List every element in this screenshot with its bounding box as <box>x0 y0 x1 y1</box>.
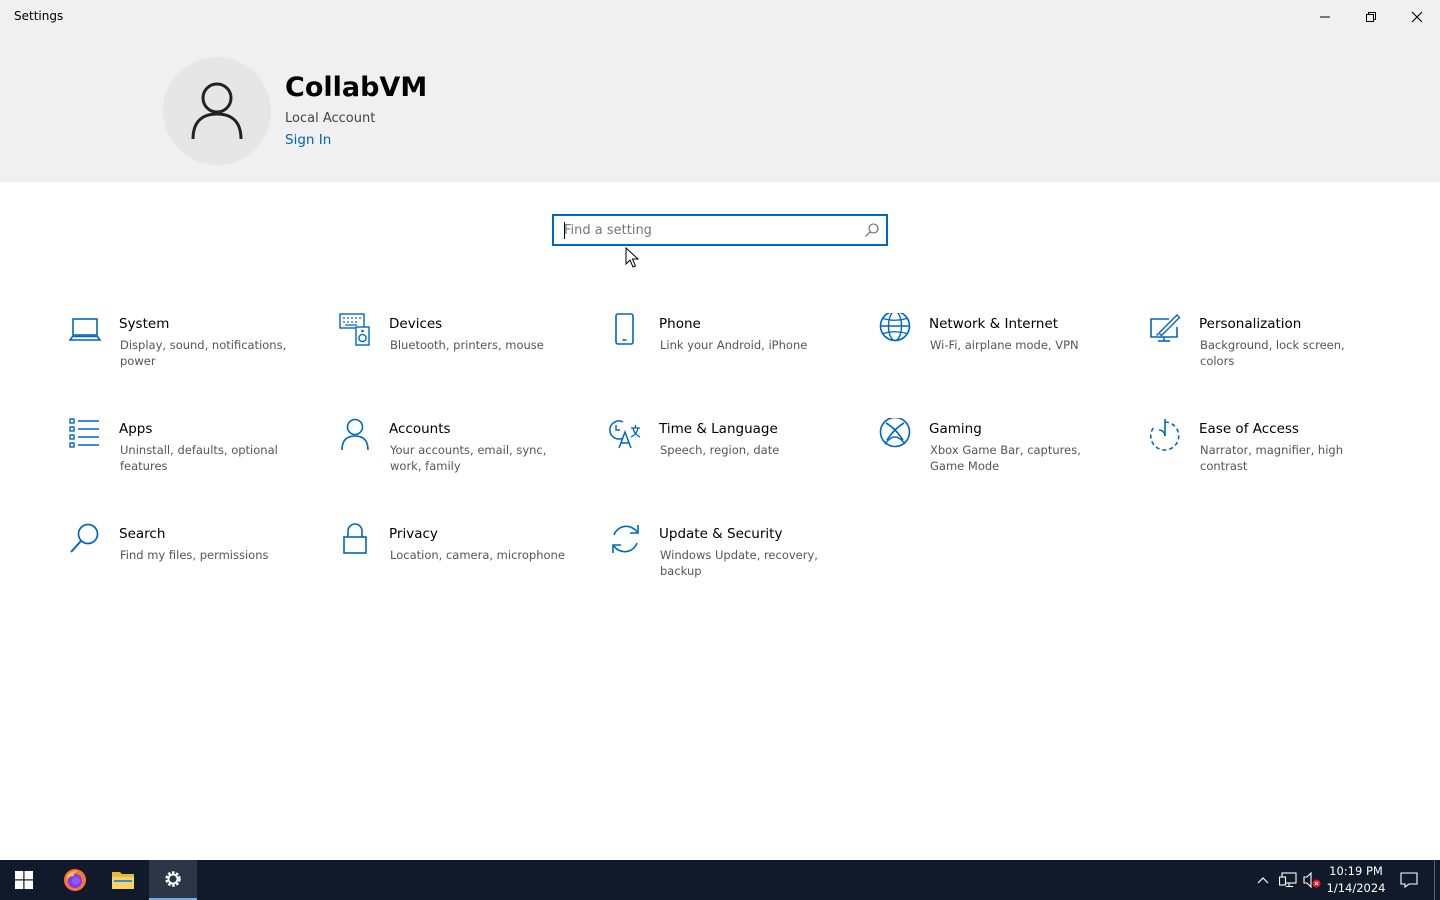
category-phone[interactable]: Phone Link your Android, iPhone <box>609 313 849 383</box>
category-apps[interactable]: Apps Uninstall, defaults, optional featu… <box>69 418 309 488</box>
show-hidden-icons-button[interactable] <box>1252 860 1274 900</box>
category-network-internet[interactable]: Network & Internet Wi-Fi, airplane mode,… <box>879 310 1119 383</box>
category-description: Find my files, permissions <box>120 548 269 562</box>
category-system[interactable]: System Display, sound, notifications, po… <box>68 313 309 383</box>
close-icon <box>1411 11 1423 23</box>
account-name: CollabVM <box>285 72 428 103</box>
search-icon[interactable] <box>864 222 880 238</box>
category-description: Your accounts, email, sync, work, family <box>390 443 547 473</box>
ease-of-access-icon <box>1149 418 1183 452</box>
clock-time: 10:19 PM <box>1329 864 1383 878</box>
category-description: Background, lock screen, colors <box>1200 338 1345 368</box>
minimize-icon <box>1320 16 1330 18</box>
category-title: Privacy <box>389 526 438 542</box>
account-type: Local Account <box>285 111 376 126</box>
taskbar-settings[interactable] <box>149 860 197 900</box>
sign-in-link[interactable]: Sign In <box>285 132 331 148</box>
category-description: Wi-Fi, airplane mode, VPN <box>930 338 1079 352</box>
category-description: Narrator, magnifier, high contrast <box>1200 443 1343 473</box>
apps-list-icon <box>69 418 103 452</box>
category-title: System <box>119 316 170 332</box>
windows-start-icon <box>15 871 33 889</box>
category-title: Gaming <box>929 421 982 437</box>
category-description: Display, sound, notifications, power <box>120 338 287 368</box>
file-explorer-icon <box>112 872 134 889</box>
lock-icon <box>339 523 373 557</box>
time-language-icon <box>609 418 643 452</box>
minimize-button[interactable] <box>1302 0 1348 34</box>
taskbar-clock[interactable]: 10:19 PM 1/14/2024 <box>1326 863 1386 897</box>
paint-monitor-icon <box>1149 313 1183 347</box>
category-title: Apps <box>119 421 153 437</box>
category-ease-of-access[interactable]: Ease of Access Narrator, magnifier, high… <box>1149 418 1389 488</box>
restore-button[interactable] <box>1348 0 1394 34</box>
mouse-cursor-icon <box>625 247 639 268</box>
text-caret <box>564 222 565 239</box>
category-title: Ease of Access <box>1199 421 1299 437</box>
network-tray-button[interactable] <box>1276 860 1300 900</box>
category-title: Time & Language <box>659 421 778 437</box>
taskbar: 10:19 PM 1/14/2024 <box>0 860 1440 900</box>
close-button[interactable] <box>1394 0 1440 34</box>
category-personalization[interactable]: Personalization Background, lock screen,… <box>1149 313 1389 383</box>
category-description: Link your Android, iPhone <box>660 338 808 352</box>
category-description: Windows Update, recovery, backup <box>660 548 818 578</box>
category-title: Accounts <box>389 421 451 437</box>
category-time-language[interactable]: Time & Language Speech, region, date <box>609 418 849 488</box>
settings-gear-icon <box>165 871 181 887</box>
start-button[interactable] <box>0 860 48 900</box>
taskbar-firefox[interactable] <box>51 860 99 900</box>
window-title: Settings <box>14 9 64 23</box>
category-description: Location, camera, microphone <box>390 548 565 562</box>
volume-tray-button[interactable] <box>1300 860 1324 900</box>
action-center-button[interactable] <box>1392 860 1426 900</box>
category-title: Search <box>119 526 166 542</box>
category-description: Bluetooth, printers, mouse <box>390 338 544 352</box>
clock-date: 1/14/2024 <box>1326 881 1386 895</box>
phone-icon <box>609 313 643 347</box>
person-icon <box>339 418 373 452</box>
xbox-icon <box>879 416 913 452</box>
category-gaming[interactable]: Gaming Xbox Game Bar, captures, Game Mod… <box>879 416 1119 488</box>
category-devices[interactable]: Devices Bluetooth, printers, mouse <box>339 313 579 383</box>
search-box <box>552 214 888 246</box>
category-description: Xbox Game Bar, captures, Game Mode <box>930 443 1081 473</box>
firefox-icon <box>64 869 86 891</box>
category-description: Uninstall, defaults, optional features <box>120 443 278 473</box>
avatar <box>163 57 271 165</box>
person-icon <box>191 82 243 140</box>
category-privacy[interactable]: Privacy Location, camera, microphone <box>339 523 579 593</box>
category-update-security[interactable]: Update & Security Windows Update, recove… <box>609 523 849 593</box>
search-input[interactable] <box>564 220 854 240</box>
category-title: Personalization <box>1199 316 1302 332</box>
laptop-icon <box>68 313 103 347</box>
category-title: Update & Security <box>659 526 783 542</box>
chevron-up-icon <box>1257 877 1269 884</box>
title-bar: Settings <box>0 0 1440 34</box>
category-accounts[interactable]: Accounts Your accounts, email, sync, wor… <box>339 418 579 488</box>
category-description: Speech, region, date <box>660 443 780 457</box>
restore-icon <box>1366 12 1376 22</box>
taskbar-file-explorer[interactable] <box>99 860 147 900</box>
globe-icon <box>879 310 913 347</box>
network-icon <box>1279 872 1297 888</box>
keyboard-speaker-icon <box>339 313 373 347</box>
category-title: Devices <box>389 316 443 332</box>
show-desktop-button[interactable] <box>1434 860 1440 900</box>
notification-icon <box>1400 872 1418 888</box>
category-title: Network & Internet <box>929 316 1059 332</box>
category-search[interactable]: Search Find my files, permissions <box>69 523 309 593</box>
profile-header: CollabVM Local Account Sign In <box>0 34 1440 182</box>
category-title: Phone <box>659 316 701 332</box>
search-icon <box>69 523 103 557</box>
volume-muted-icon <box>1303 872 1321 888</box>
sync-arrows-icon <box>609 523 643 557</box>
